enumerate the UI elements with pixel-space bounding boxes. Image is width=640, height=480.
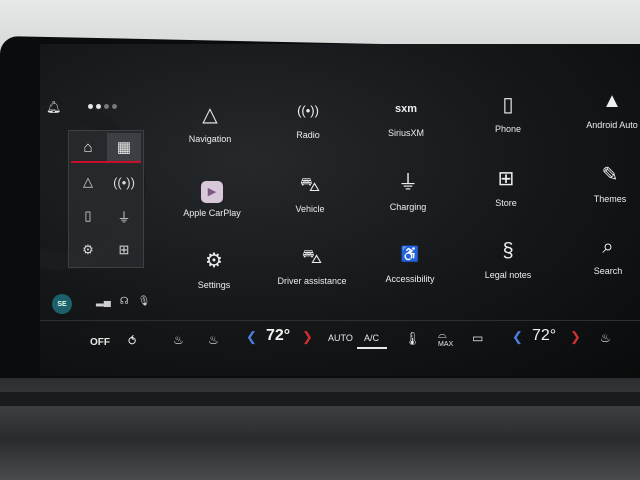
recirculation-icon[interactable]: ⥀ — [128, 334, 136, 348]
right-temp-down-icon[interactable]: ❮ — [512, 329, 523, 345]
phone-icon: ▯ — [502, 94, 514, 116]
app-label: Navigation — [188, 134, 232, 144]
right-temp-up-icon[interactable]: ❯ — [570, 329, 581, 345]
seat-heat-left-icon[interactable]: ♨ — [173, 333, 184, 347]
app-vehicle[interactable]: ⛍ Vehicle — [268, 170, 352, 214]
carplay-icon: ▶ — [201, 181, 223, 203]
grid-icon: ▦ — [116, 139, 132, 156]
app-label: Radio — [296, 130, 320, 140]
search-icon: ⌕ — [602, 236, 614, 258]
charging-plug-icon[interactable]: ⏚ — [107, 201, 141, 231]
home-tab[interactable]: ⌂ — [71, 133, 105, 161]
app-label: Store — [495, 198, 517, 208]
app-label: Apple CarPlay — [183, 208, 241, 218]
navigation-arrow-icon[interactable]: △ — [71, 167, 105, 197]
dashboard-strip — [0, 392, 640, 406]
app-charging[interactable]: ⏚ Charging — [366, 168, 450, 212]
settings-gear-icon[interactable]: ⚙ — [71, 235, 105, 265]
app-label: Search — [593, 266, 623, 276]
signal-icon: ▂▄ — [96, 296, 111, 307]
app-store[interactable]: ⊞ Store — [464, 164, 548, 208]
app-search[interactable]: ⌕ Search — [566, 232, 640, 276]
steering-heat-icon[interactable]: 🌡︎ — [404, 331, 421, 347]
app-phone[interactable]: ▯ Phone — [466, 90, 550, 134]
charging-icon: ⏚ — [398, 172, 418, 194]
app-siriusxm[interactable]: sxm SiriusXM — [364, 94, 448, 138]
vehicle-icon: ⛍ — [299, 174, 321, 196]
app-android-auto[interactable]: ▲ Android Auto — [570, 86, 640, 130]
max-label: MAX — [438, 341, 454, 348]
left-temp-down-icon[interactable]: ❮ — [246, 329, 257, 345]
launcher-panel: ⌂ ▦ △ ((•)) ▯ ⏚ ⚙ ⊞ — [68, 130, 144, 268]
app-legal-notes[interactable]: § Legal notes — [466, 236, 550, 280]
app-label: Themes — [593, 194, 627, 204]
driver-assistance-icon: ⛍ — [301, 246, 323, 268]
app-label: Legal notes — [484, 270, 532, 280]
siriusxm-icon: sxm — [394, 103, 418, 115]
app-label: Driver assistance — [277, 276, 347, 286]
rear-defrost-icon[interactable]: ▭ — [472, 331, 483, 345]
themes-icon: ✎ — [601, 164, 619, 186]
radio-icon[interactable]: ((•)) — [107, 167, 141, 197]
auto-button[interactable]: AUTO — [328, 333, 353, 343]
app-themes[interactable]: ✎ Themes — [568, 160, 640, 204]
app-label: Charging — [389, 202, 427, 212]
app-driver-assistance[interactable]: ⛍ Driver assistance — [270, 242, 354, 286]
all-apps-tab[interactable]: ▦ — [107, 133, 141, 161]
store-icon: ⊞ — [497, 168, 515, 190]
active-tab-indicator — [71, 161, 141, 163]
accessibility-icon: ♿ — [400, 246, 420, 263]
android-auto-icon: ▲ — [602, 90, 622, 112]
phone-icon[interactable]: ▯ — [71, 201, 105, 231]
app-apple-carplay[interactable]: ▶ Apple CarPlay — [170, 174, 254, 218]
microphone-icon[interactable]: 🎙︎ — [138, 296, 151, 307]
app-label: Android Auto — [586, 120, 638, 130]
user-avatar[interactable]: SE — [52, 294, 72, 314]
app-accessibility[interactable]: ♿ Accessibility — [368, 240, 452, 284]
left-temp-up-icon[interactable]: ❯ — [302, 329, 313, 345]
app-label: SiriusXM — [387, 128, 424, 138]
app-navigation[interactable]: △ Navigation — [168, 100, 252, 144]
app-label: Settings — [197, 280, 231, 290]
app-settings[interactable]: ⚙ Settings — [172, 246, 256, 290]
home-icon: ⌂ — [83, 138, 93, 156]
navigation-icon: △ — [202, 104, 218, 126]
left-temperature: 72° — [266, 327, 291, 344]
seat-heat-right-icon[interactable]: ♨ — [600, 331, 611, 345]
app-label: Vehicle — [295, 204, 325, 214]
ac-button[interactable]: A/C — [364, 333, 379, 343]
legal-notes-icon: § — [502, 240, 514, 262]
status-icons: ▂▄ ☊ 🎙︎ — [96, 296, 150, 307]
notification-bell-icon[interactable]: 🔔︎ — [46, 100, 61, 114]
app-label: Phone — [494, 124, 522, 134]
infotainment-screen: 🔔︎ ⌂ ▦ △ ((•)) ▯ ⏚ ⚙ ⊞ SE ▂▄ ☊ 🎙︎ △ Navi… — [40, 44, 640, 376]
seat-vent-left-icon[interactable]: ♨ — [208, 333, 219, 347]
radio-icon: ((•)) — [297, 103, 319, 118]
settings-icon: ⚙ — [205, 250, 223, 272]
app-radio[interactable]: ((•)) Radio — [266, 96, 350, 140]
ac-active-indicator — [357, 347, 387, 349]
climate-off-button[interactable]: OFF — [90, 337, 110, 348]
store-bag-icon[interactable]: ⊞ — [107, 235, 141, 265]
climate-bar: OFF ⥀ ♨ ♨ ❮ 72° ❯ AUTO A/C 🌡︎ ⌓ MAX ▭ ❮ … — [40, 320, 640, 369]
headset-icon: ☊ — [119, 296, 129, 307]
right-temperature: 72° — [532, 327, 557, 344]
app-label: Accessibility — [385, 274, 435, 284]
page-indicator-dots — [88, 104, 117, 109]
